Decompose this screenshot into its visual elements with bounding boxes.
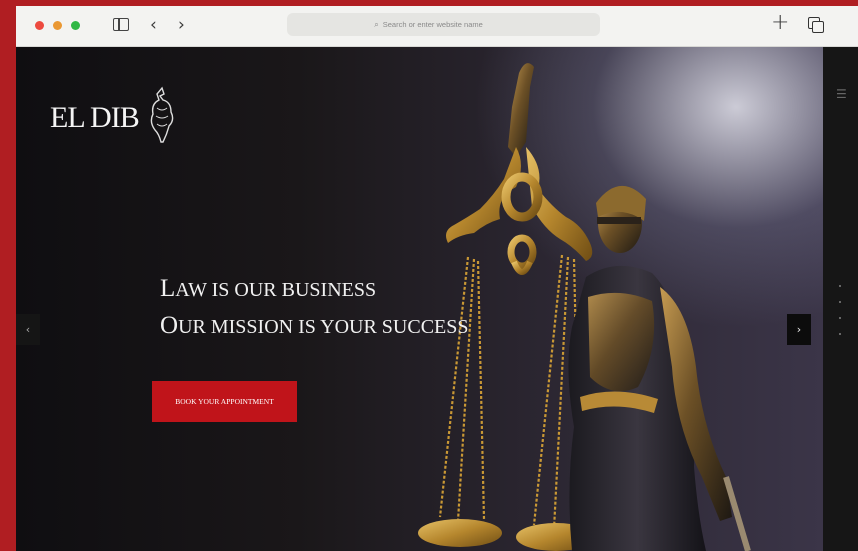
logo-emblem-icon xyxy=(150,86,174,143)
slider-next-button[interactable]: › xyxy=(787,314,811,345)
hamburger-menu-icon[interactable]: ☰ xyxy=(836,87,847,101)
slide-indicator-dots[interactable] xyxy=(839,285,841,349)
browser-toolbar: ‹ › ⌕ + xyxy=(16,6,858,47)
hero-headline: LAW IS OUR BUSINESS OUR MISSION IS YOUR … xyxy=(160,271,469,345)
sidebar-toggle-icon[interactable] xyxy=(113,18,129,31)
side-rail: ☰ xyxy=(823,47,858,551)
tabs-overview-icon[interactable] xyxy=(808,17,824,33)
slide-dot[interactable] xyxy=(839,317,841,319)
minimize-window-button[interactable] xyxy=(53,21,62,30)
close-window-button[interactable] xyxy=(35,21,44,30)
hero-section: EL DIB LAW IS OUR BUSINESS OUR MISSION I… xyxy=(16,47,823,551)
slide-dot[interactable] xyxy=(839,285,841,287)
browser-window: ‹ › ⌕ + xyxy=(16,6,858,551)
chevron-left-icon[interactable]: ‹ xyxy=(150,15,157,35)
slide-dot[interactable] xyxy=(839,333,841,335)
plus-icon[interactable]: + xyxy=(771,12,789,34)
chevron-right-icon[interactable]: › xyxy=(178,15,185,35)
headline-line-2: OUR MISSION IS YOUR SUCCESS xyxy=(160,312,469,339)
slider-prev-button[interactable]: ‹ xyxy=(16,314,40,345)
zoom-window-button[interactable] xyxy=(71,21,80,30)
address-input[interactable] xyxy=(382,20,513,29)
search-icon: ⌕ xyxy=(374,19,379,29)
logo-text: EL DIB xyxy=(50,101,140,134)
site-logo[interactable]: EL DIB xyxy=(50,101,140,135)
slide-dot[interactable] xyxy=(839,301,841,303)
address-bar[interactable]: ⌕ xyxy=(287,13,600,36)
book-appointment-button[interactable]: BOOK YOUR APPOINTMENT xyxy=(152,381,297,422)
headline-line-1: LAW IS OUR BUSINESS xyxy=(160,275,377,302)
